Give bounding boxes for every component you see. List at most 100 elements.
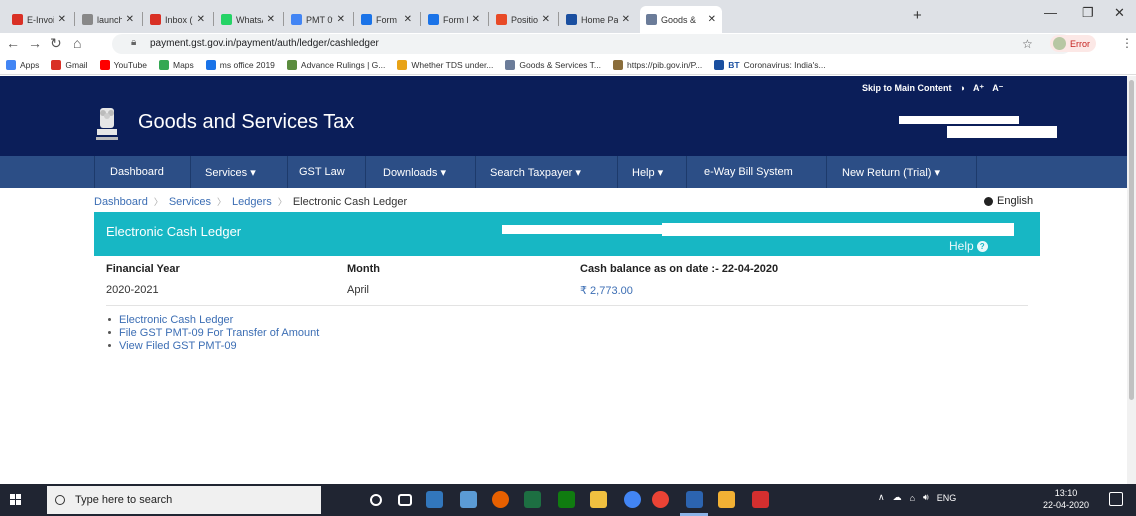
skip-to-main-link[interactable]: Skip to Main Content bbox=[862, 83, 952, 94]
notification-center-icon[interactable] bbox=[1109, 492, 1123, 506]
tab-close-icon[interactable]: ✕ bbox=[622, 14, 630, 25]
volume-icon[interactable]: 🔊︎ bbox=[923, 492, 929, 503]
browser-tab[interactable]: Inbox (3,(✕ bbox=[144, 6, 211, 33]
bookmark-item[interactable]: ms office 2019 bbox=[205, 59, 275, 70]
lock-icon[interactable]: 🔒︎ bbox=[131, 37, 136, 48]
bookmark-star-icon[interactable]: ☆ bbox=[1022, 37, 1033, 51]
browser-tab[interactable]: launcher ✕ bbox=[76, 6, 140, 33]
tab-favicon-icon bbox=[566, 14, 577, 25]
minimize-button[interactable]: — bbox=[1044, 5, 1057, 20]
tab-close-icon[interactable]: ✕ bbox=[197, 14, 205, 25]
restore-button[interactable]: ❐ bbox=[1082, 5, 1094, 21]
chevron-up-icon[interactable]: ∧ bbox=[878, 492, 885, 503]
financial-year-value: 2020-2021 bbox=[106, 284, 159, 296]
language-selector[interactable]: English bbox=[984, 195, 1033, 207]
bookmark-icon bbox=[99, 59, 110, 70]
browser-tab[interactable]: PMT 09 (✕ bbox=[285, 6, 351, 33]
network-icon[interactable]: ⌂ bbox=[910, 493, 915, 503]
tab-title: Position: bbox=[511, 14, 538, 25]
bookmark-item[interactable]: Whether TDS under... bbox=[397, 59, 493, 70]
nav-item[interactable]: Downloads ▾ bbox=[383, 156, 446, 188]
reload-icon[interactable]: ↻ bbox=[50, 35, 62, 52]
site-title[interactable]: Goods and Services Tax bbox=[138, 111, 354, 134]
breadcrumb-services[interactable]: Services bbox=[169, 196, 211, 208]
bookmark-icon bbox=[158, 59, 169, 70]
browser-tab[interactable]: Form PM ✕ bbox=[355, 6, 418, 33]
tab-close-icon[interactable]: ✕ bbox=[472, 14, 480, 25]
taskbar-search-box[interactable]: Type here to search bbox=[47, 486, 321, 514]
bookmark-item[interactable]: BT Coronavirus: India's... bbox=[714, 59, 826, 70]
bookmark-label: https://pib.gov.in/P... bbox=[626, 59, 703, 70]
firefox-icon[interactable] bbox=[492, 491, 509, 508]
link-electronic-cash-ledger[interactable]: Electronic Cash Ledger bbox=[108, 313, 319, 326]
back-icon[interactable]: ← bbox=[6, 35, 20, 51]
cash-ledger-panel: Electronic Cash Ledger Help ? Financial … bbox=[94, 212, 1040, 472]
breadcrumb-ledgers[interactable]: Ledgers bbox=[232, 196, 272, 208]
tab-close-icon[interactable]: ✕ bbox=[337, 14, 345, 25]
bookmark-item[interactable]: Apps bbox=[6, 59, 39, 70]
bookmark-item[interactable]: https://pib.gov.in/P... bbox=[612, 59, 703, 70]
browser-tab[interactable]: Home Pa ✕ bbox=[560, 6, 636, 33]
calculator-app-icon[interactable] bbox=[686, 491, 703, 508]
nav-item[interactable]: New Return (Trial) ▾ bbox=[842, 156, 940, 188]
nav-item[interactable]: GST Law bbox=[299, 156, 345, 188]
tab-title: Home Pa bbox=[581, 14, 618, 25]
cloud-icon[interactable]: ☁ bbox=[893, 492, 902, 503]
font-increase-button[interactable]: A⁺ bbox=[973, 83, 984, 94]
tab-close-icon[interactable]: ✕ bbox=[708, 14, 716, 25]
link-file-pmt-09[interactable]: File GST PMT-09 For Transfer of Amount bbox=[108, 326, 319, 339]
page-scrollbar[interactable] bbox=[1127, 76, 1136, 484]
browser-tab[interactable]: WhatsAp ✕ bbox=[215, 6, 281, 33]
excel-app-icon[interactable] bbox=[524, 491, 541, 508]
task-view-icon[interactable] bbox=[398, 494, 412, 506]
nav-item[interactable]: e-Way Bill System bbox=[704, 156, 793, 188]
input-language[interactable]: ENG bbox=[937, 493, 957, 503]
help-question-icon: ? bbox=[976, 240, 988, 252]
browser-tab[interactable]: E-Invoicin ✕ bbox=[6, 6, 72, 33]
contrast-icon[interactable]: ◑ bbox=[960, 83, 965, 94]
new-tab-button[interactable]: + bbox=[913, 7, 922, 24]
tab-close-icon[interactable]: ✕ bbox=[267, 14, 275, 25]
url-text[interactable]: payment.gst.gov.in/payment/auth/ledger/c… bbox=[150, 38, 379, 49]
taskbar-clock[interactable]: 13:10 22-04-2020 bbox=[1043, 487, 1089, 511]
acrobat-icon[interactable] bbox=[752, 491, 769, 508]
tab-close-icon[interactable]: ✕ bbox=[404, 14, 412, 25]
browser-tab[interactable]: Goods & ✕ bbox=[640, 6, 722, 33]
chrome-2-icon[interactable] bbox=[652, 491, 669, 508]
nav-item[interactable]: Dashboard bbox=[110, 156, 164, 188]
onedrive-icon[interactable] bbox=[460, 491, 477, 508]
home-icon[interactable]: ⌂ bbox=[73, 35, 81, 51]
nav-item[interactable]: Help ▾ bbox=[632, 156, 663, 188]
link-view-filed-pmt-09[interactable]: View Filed GST PMT-09 bbox=[108, 339, 319, 352]
help-link[interactable]: Help ? bbox=[949, 239, 988, 253]
browser-tab-strip: E-Invoicin✕launcher✕Inbox (3,(✕WhatsAp✕P… bbox=[0, 0, 1136, 33]
browser-tab[interactable]: Form PM ✕ bbox=[422, 6, 486, 33]
cortana-icon[interactable] bbox=[370, 494, 382, 506]
tab-close-icon[interactable]: ✕ bbox=[542, 14, 550, 25]
bookmark-item[interactable]: Maps bbox=[158, 59, 194, 70]
file-explorer-icon[interactable] bbox=[590, 491, 607, 508]
nav-item[interactable]: Services ▾ bbox=[205, 156, 256, 188]
bookmark-item[interactable]: Advance Rulings | G... bbox=[286, 59, 385, 70]
chrome-1-icon[interactable] bbox=[624, 491, 641, 508]
nav-item[interactable]: Search Taxpayer ▾ bbox=[490, 156, 581, 188]
search-icon bbox=[55, 495, 65, 505]
windows-start-icon[interactable] bbox=[10, 494, 22, 506]
tab-close-icon[interactable]: ✕ bbox=[58, 14, 66, 25]
breadcrumb-dashboard[interactable]: Dashboard bbox=[94, 196, 148, 208]
cash-balance-value[interactable]: ₹ 2,773.00 bbox=[580, 284, 633, 297]
paint-app-icon[interactable] bbox=[718, 491, 735, 508]
forward-icon[interactable]: → bbox=[28, 35, 42, 51]
edge-icon[interactable] bbox=[426, 491, 443, 508]
profile-error-button[interactable]: Error bbox=[1050, 35, 1096, 52]
nav-separator bbox=[190, 156, 191, 188]
notepad-app-icon[interactable] bbox=[558, 491, 575, 508]
browser-menu-icon[interactable]: ⋮ bbox=[1121, 36, 1133, 50]
tab-close-icon[interactable]: ✕ bbox=[126, 14, 134, 25]
font-decrease-button[interactable]: A⁻ bbox=[992, 83, 1003, 94]
close-window-button[interactable]: ✕ bbox=[1114, 5, 1125, 21]
bookmark-item[interactable]: YouTube bbox=[99, 59, 147, 70]
bookmark-item[interactable]: Gmail bbox=[51, 59, 88, 70]
bookmark-item[interactable]: Goods & Services T... bbox=[505, 59, 601, 70]
browser-tab[interactable]: Position: ✕ bbox=[490, 6, 556, 33]
